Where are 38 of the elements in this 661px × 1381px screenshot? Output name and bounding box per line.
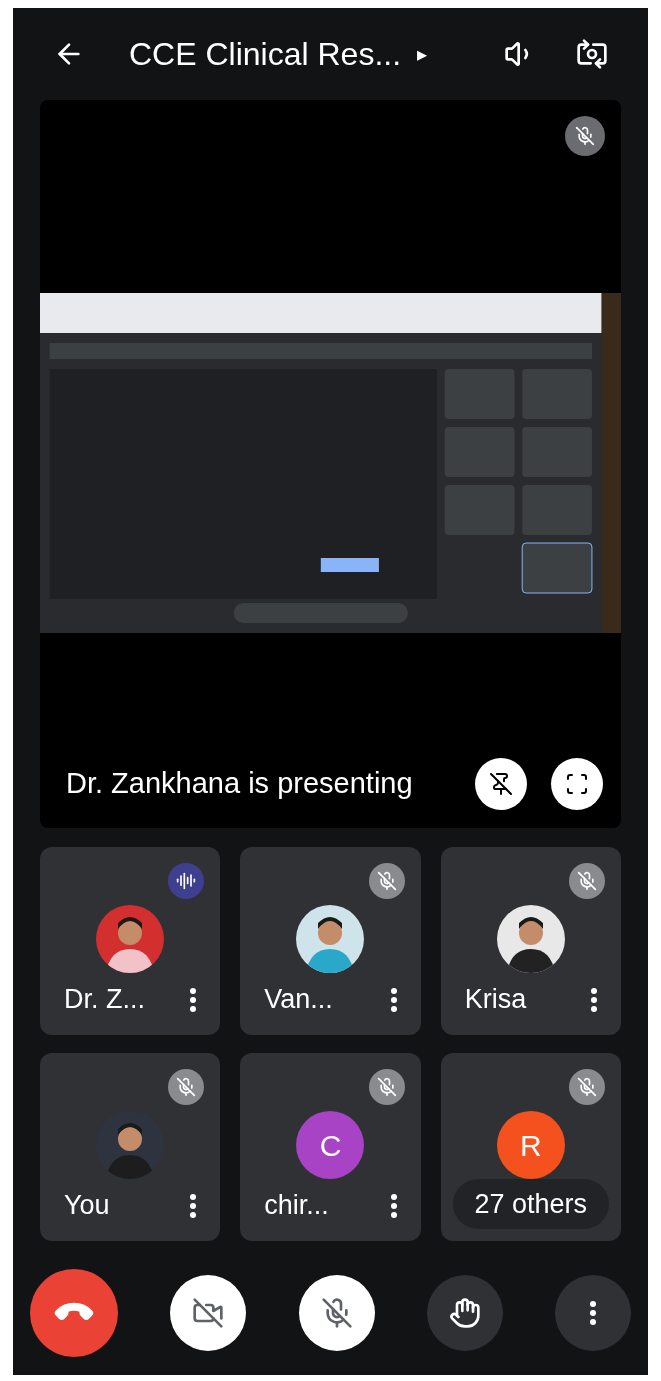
mic-off-icon (577, 871, 597, 891)
participant-name: Dr. Z... (64, 986, 145, 1013)
more-options-icon[interactable] (390, 987, 397, 1012)
switch-camera-icon[interactable] (576, 38, 608, 70)
more-options-icon[interactable] (190, 1193, 197, 1218)
hand-icon (448, 1297, 481, 1329)
unpin-button[interactable] (475, 758, 527, 810)
title-caret[interactable]: ▸ (417, 39, 428, 69)
mic-off-icon (577, 1077, 597, 1097)
presenting-caption: Dr. Zankhana is presenting (66, 766, 413, 802)
participant-name: Van... (264, 986, 333, 1013)
participant-tile[interactable]: Krisa (440, 847, 621, 1035)
mic-off-icon (376, 1077, 397, 1097)
fullscreen-icon (565, 772, 589, 796)
participant-name: Krisa (464, 986, 527, 1013)
mic-off-icon (575, 126, 595, 146)
mic-off-icon (376, 871, 397, 891)
participant-tile[interactable]: C chir... (240, 1053, 421, 1241)
participant-name: chir... (264, 1192, 329, 1219)
more-options-icon[interactable] (591, 987, 597, 1012)
pin-off-icon (489, 772, 513, 796)
participant-tile[interactable]: Dr. Z... (40, 847, 221, 1035)
others-count-label[interactable]: 27 others (452, 1179, 609, 1229)
more-icon[interactable] (590, 1301, 596, 1325)
letter-avatar: R (496, 1111, 565, 1179)
more-options-icon[interactable] (190, 987, 197, 1012)
participant-tile[interactable]: R 27 others (440, 1053, 621, 1241)
letter-avatar: C (296, 1111, 365, 1179)
participant-tile[interactable]: You (40, 1053, 221, 1241)
participant-name: You (64, 1192, 110, 1219)
mic-off-icon (176, 1077, 197, 1097)
audio-level-icon (176, 871, 197, 891)
meeting-title[interactable]: CCE Clinical Res... (129, 30, 402, 78)
more-options-icon[interactable] (390, 1193, 397, 1218)
fullscreen-button[interactable] (551, 758, 603, 810)
mic-off-icon (320, 1297, 353, 1329)
participant-tile[interactable]: Van... (240, 847, 421, 1035)
camera-off-icon (192, 1297, 225, 1329)
